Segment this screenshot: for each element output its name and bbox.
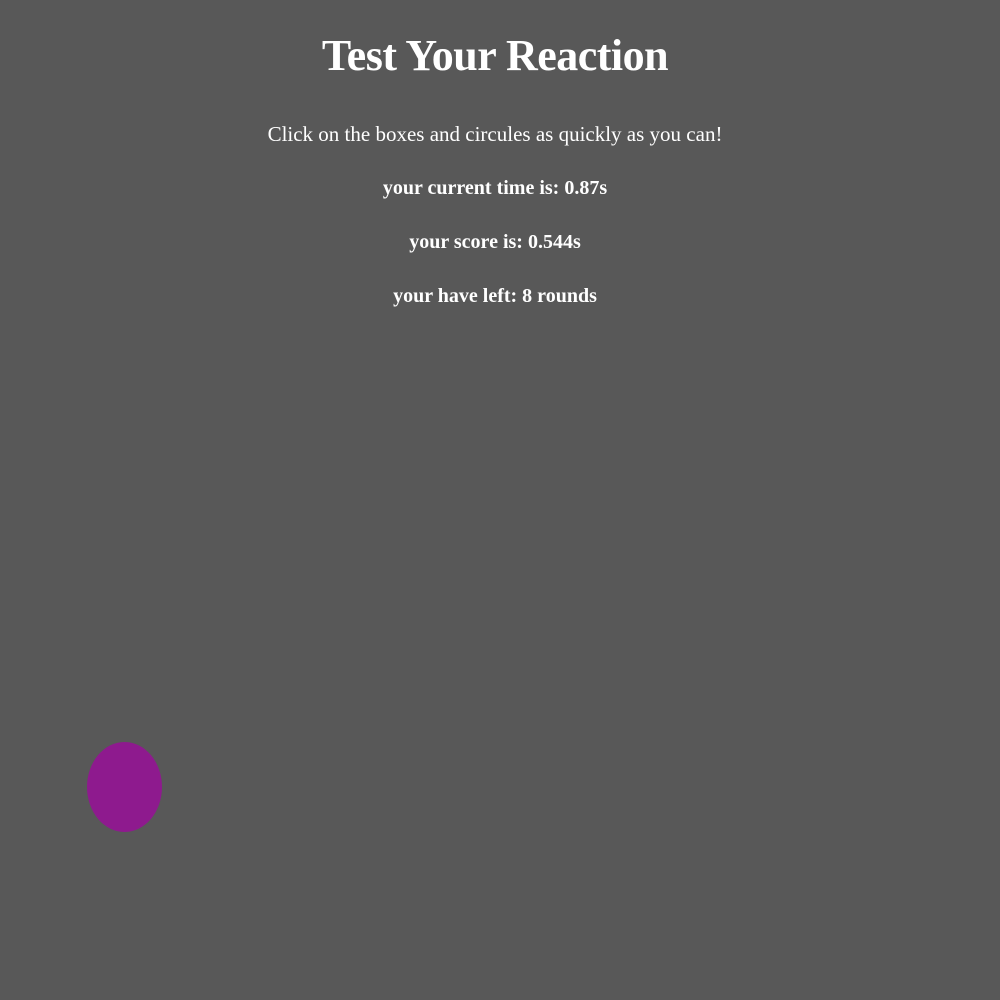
current-time-text: your current time is: 0.87s — [382, 177, 608, 199]
score-text: your score is: 0.544s — [409, 231, 581, 253]
target-circle[interactable] — [87, 742, 162, 832]
page-title: Test Your Reaction — [321, 31, 669, 80]
instructions-text: Click on the boxes and circules as quick… — [267, 122, 723, 146]
game-page: Test Your Reaction Click on the boxes an… — [0, 0, 1000, 1000]
rounds-left-text: your have left: 8 rounds — [393, 285, 597, 307]
play-area — [0, 330, 1000, 1000]
